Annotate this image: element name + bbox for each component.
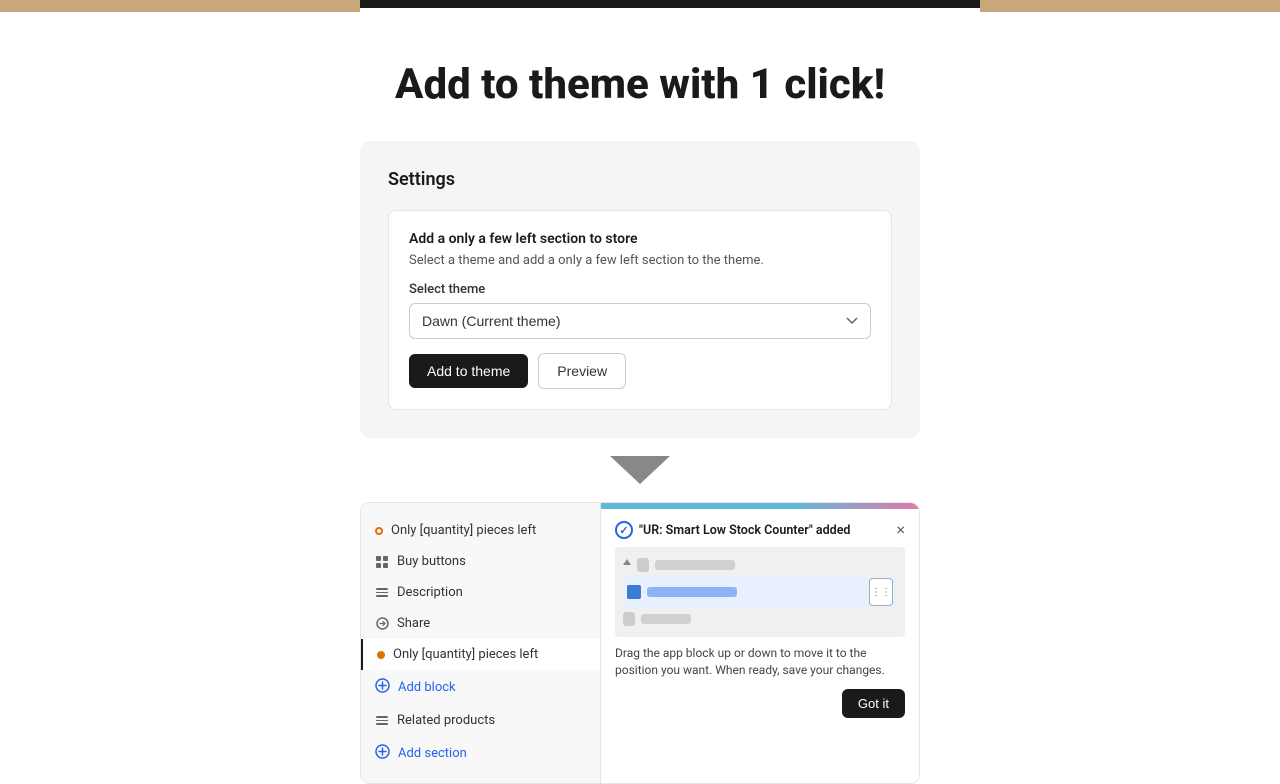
share-icon: [375, 617, 389, 631]
dot-icon: [375, 527, 383, 535]
corner-accent-right: [980, 0, 1280, 12]
inner-card-description: Select a theme and add a only a few left…: [409, 253, 871, 268]
check-circle-icon: [615, 521, 633, 539]
sidebar-item-share[interactable]: Share: [361, 608, 600, 639]
settings-card: Settings Add a only a few left section t…: [360, 141, 920, 438]
inner-card-title: Add a only a few left section to store: [409, 231, 871, 247]
sidebar-item-only-qty-1[interactable]: Only [quantity] pieces left: [361, 515, 600, 546]
corner-accent-left: [0, 0, 360, 12]
arrow-down-icon: [610, 456, 670, 484]
sidebar-panel: Only [quantity] pieces left Buy buttons …: [361, 503, 601, 783]
settings-title: Settings: [388, 169, 892, 190]
plus-circle-section-icon: [375, 744, 390, 763]
sidebar-item-buy-buttons[interactable]: Buy buttons: [361, 546, 600, 577]
sidebar-item-description[interactable]: Description: [361, 577, 600, 608]
popup-close-button[interactable]: ×: [896, 522, 905, 538]
sidebar-label: Only [quantity] pieces left: [393, 647, 538, 662]
row-arrow-icon: [623, 559, 631, 571]
drag-block-sq2: [623, 612, 635, 626]
add-section-label: Add section: [398, 746, 467, 761]
sidebar-item-only-qty-active[interactable]: Only [quantity] pieces left: [361, 639, 600, 670]
popup-header: "UR: Smart Low Stock Counter" added ×: [615, 521, 905, 539]
drag-row-3: [623, 609, 897, 629]
popup-title-text: "UR: Smart Low Stock Counter" added: [639, 523, 850, 538]
sidebar-item-related-products[interactable]: Related products: [361, 705, 600, 736]
popup-title-row: "UR: Smart Low Stock Counter" added: [615, 521, 850, 539]
drag-block-square: [637, 558, 649, 572]
drag-row-1: [623, 555, 897, 575]
popup-content: "UR: Smart Low Stock Counter" added × ⋮⋮: [601, 509, 919, 701]
sidebar-label: Share: [397, 616, 430, 631]
lines-icon-related: [375, 714, 389, 728]
plus-circle-icon: [375, 678, 390, 697]
grid-icon: [375, 555, 389, 569]
arrow-down-container: [610, 456, 670, 484]
drag-bar-long: [655, 560, 735, 570]
drag-block-blue: [627, 585, 641, 599]
sidebar-label: Only [quantity] pieces left: [391, 523, 536, 538]
bottom-section: Only [quantity] pieces left Buy buttons …: [360, 502, 920, 784]
sidebar-item-add-block[interactable]: Add block: [361, 670, 600, 705]
sidebar-label: Description: [397, 585, 463, 600]
drag-area: ⋮⋮: [615, 547, 905, 637]
inner-card: Add a only a few left section to store S…: [388, 210, 892, 410]
select-theme-label: Select theme: [409, 282, 871, 297]
dot-filled-icon: [377, 651, 385, 659]
drag-row-active: ⋮⋮: [623, 575, 897, 609]
drag-bar-short: [641, 614, 691, 624]
add-theme-button[interactable]: Add to theme: [409, 354, 528, 388]
theme-select[interactable]: Dawn (Current theme): [409, 303, 871, 339]
add-block-label: Add block: [398, 680, 456, 695]
sidebar-label: Related products: [397, 713, 495, 728]
right-panel: "UR: Smart Low Stock Counter" added × ⋮⋮: [601, 503, 919, 783]
popup-description: Drag the app block up or down to move it…: [615, 645, 905, 679]
drag-bar-blue: [647, 587, 737, 597]
drag-handle[interactable]: ⋮⋮: [869, 578, 893, 606]
got-it-button[interactable]: Got it: [842, 689, 905, 718]
lines-icon: [375, 586, 389, 600]
sidebar-item-add-section[interactable]: Add section: [361, 736, 600, 771]
page-heading: Add to theme with 1 click!: [395, 60, 885, 109]
sidebar-label: Buy buttons: [397, 554, 466, 569]
preview-button[interactable]: Preview: [538, 353, 626, 389]
